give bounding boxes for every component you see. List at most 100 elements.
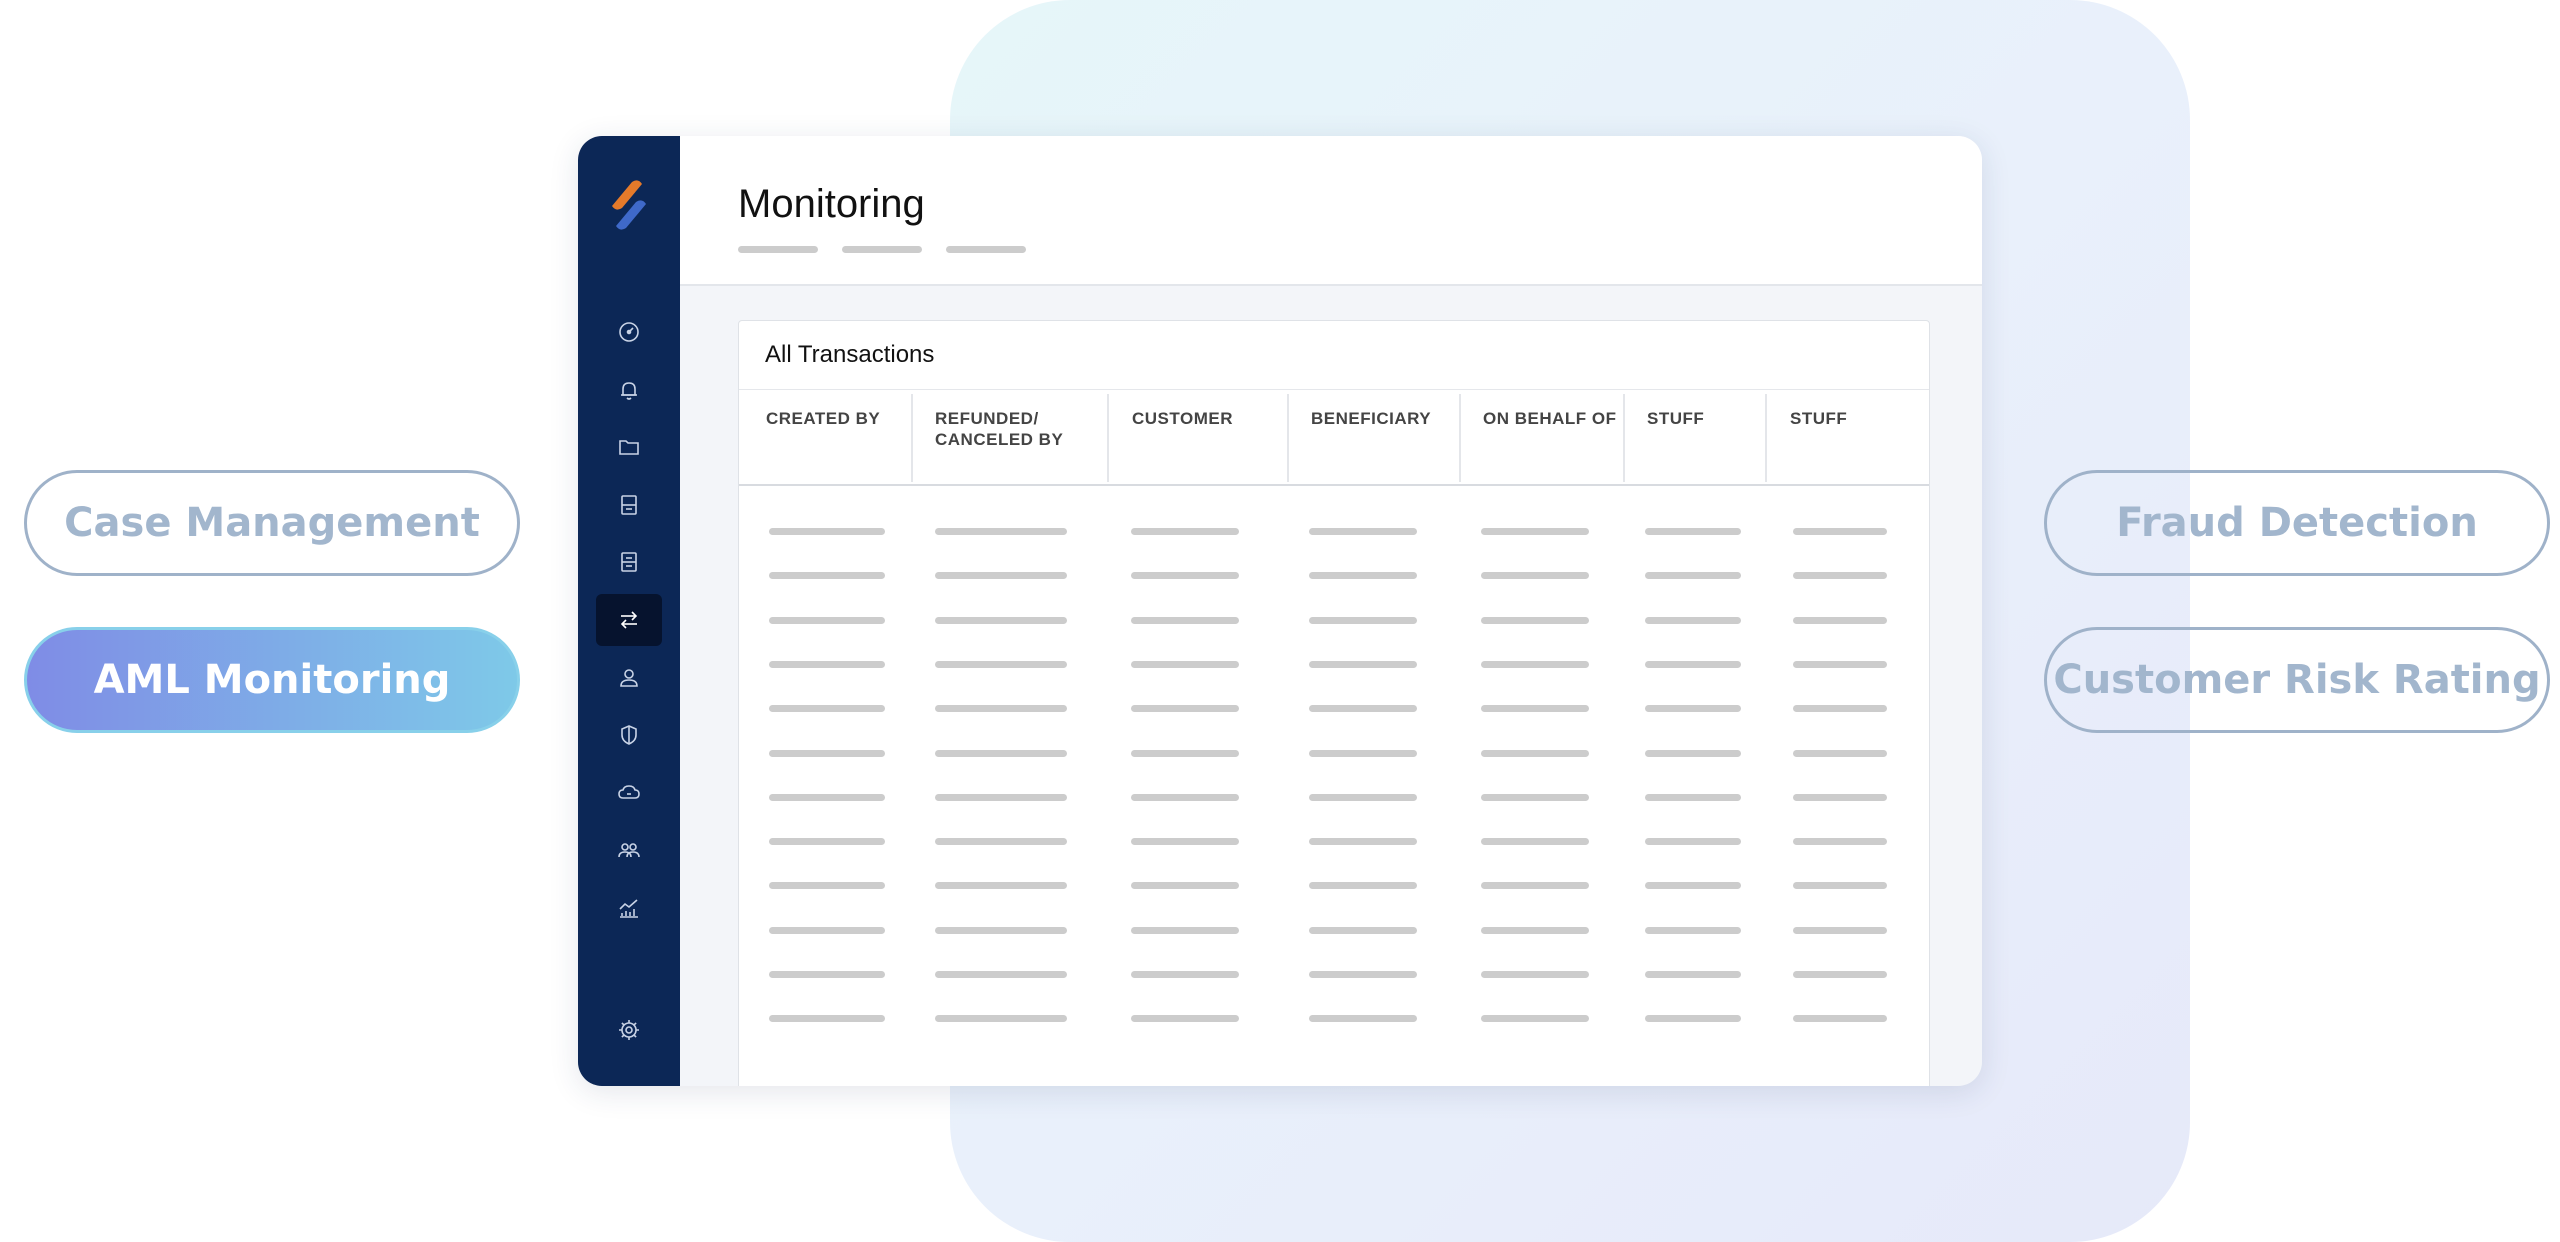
table-cell-placeholder bbox=[1793, 838, 1887, 846]
table-cell-placeholder bbox=[1131, 705, 1239, 713]
table-cell-placeholder bbox=[1481, 705, 1589, 713]
table-cell-placeholder bbox=[1481, 616, 1589, 624]
table-cell-placeholder bbox=[1645, 572, 1741, 580]
table-cell-placeholder bbox=[1309, 793, 1417, 801]
column-header-customer[interactable]: CUSTOMER bbox=[1132, 408, 1292, 429]
column-divider bbox=[1623, 394, 1625, 482]
table-cell-placeholder bbox=[935, 705, 1067, 713]
analytics-icon[interactable] bbox=[596, 882, 662, 934]
table-cell-placeholder bbox=[769, 838, 885, 846]
page-header: Monitoring bbox=[680, 136, 1982, 286]
table-cell-placeholder bbox=[1481, 971, 1589, 978]
column-header-refunded-canceled-by[interactable]: REFUNDED/ CANCELED BY bbox=[935, 408, 1095, 450]
table-cell-placeholder bbox=[769, 882, 885, 890]
column-divider bbox=[1765, 394, 1767, 482]
table-cell-placeholder bbox=[1645, 705, 1741, 713]
table-cell-placeholder bbox=[1131, 660, 1239, 668]
column-header-on-behalf-of[interactable]: ON BEHALF OF bbox=[1483, 408, 1643, 429]
table-cell-placeholder bbox=[769, 616, 885, 624]
aml-monitoring-pill[interactable]: AML Monitoring bbox=[24, 627, 520, 733]
column-header-stuff[interactable]: STUFF bbox=[1647, 408, 1807, 429]
case-management-pill[interactable]: Case Management bbox=[24, 470, 520, 576]
cloud-icon[interactable] bbox=[596, 767, 662, 819]
transactions-card: All Transactions CREATED BY REFUNDED/ CA… bbox=[738, 320, 1930, 1086]
column-divider bbox=[1459, 394, 1461, 482]
table-cell-placeholder bbox=[1645, 660, 1741, 668]
table-cell-placeholder bbox=[1481, 838, 1589, 846]
breadcrumb-placeholder bbox=[946, 246, 1026, 253]
table-cell-placeholder bbox=[1793, 793, 1887, 801]
table-cell-placeholder bbox=[1793, 660, 1887, 668]
table-cell-placeholder bbox=[1645, 616, 1741, 624]
table-cell-placeholder bbox=[1793, 749, 1887, 757]
column-divider bbox=[1107, 394, 1109, 482]
customer-risk-rating-pill[interactable]: Customer Risk Rating bbox=[2044, 627, 2550, 733]
table-cell-placeholder bbox=[769, 749, 885, 757]
table-cell-placeholder bbox=[935, 572, 1067, 580]
column-header-created-by[interactable]: CREATED BY bbox=[766, 408, 926, 429]
table-cell-placeholder bbox=[935, 1015, 1067, 1023]
table-cell-placeholder bbox=[1793, 1015, 1887, 1023]
table-cell-placeholder bbox=[1131, 971, 1239, 978]
table-cell-placeholder bbox=[769, 705, 885, 713]
table-cell-placeholder bbox=[1481, 660, 1589, 668]
table-cell-placeholder bbox=[1309, 971, 1417, 978]
table-cell-placeholder bbox=[769, 926, 885, 934]
folder-icon[interactable] bbox=[596, 421, 662, 473]
bell-icon[interactable] bbox=[596, 364, 662, 416]
table-cell-placeholder bbox=[935, 660, 1067, 668]
table-cell-placeholder bbox=[935, 838, 1067, 846]
app-logo-icon bbox=[612, 180, 646, 230]
table-cell-placeholder bbox=[1481, 1015, 1589, 1023]
column-divider bbox=[911, 394, 913, 482]
table-cell-placeholder bbox=[1645, 528, 1741, 535]
table-cell-placeholder bbox=[769, 793, 885, 801]
table-cell-placeholder bbox=[935, 528, 1067, 535]
table-cell-placeholder bbox=[1645, 749, 1741, 757]
table-cell-placeholder bbox=[1481, 926, 1589, 934]
table-cell-placeholder bbox=[1645, 1015, 1741, 1023]
shield-icon[interactable] bbox=[596, 709, 662, 761]
users-icon[interactable] bbox=[596, 824, 662, 876]
table-cell-placeholder bbox=[1131, 528, 1239, 535]
table-cell-placeholder bbox=[1309, 572, 1417, 580]
table-cell-placeholder bbox=[769, 971, 885, 978]
column-header-stuff[interactable]: STUFF bbox=[1790, 408, 1950, 429]
table-cell-placeholder bbox=[1131, 572, 1239, 580]
table-cell-placeholder bbox=[1793, 705, 1887, 713]
table-cell-placeholder bbox=[1131, 838, 1239, 846]
table-cell-placeholder bbox=[935, 882, 1067, 890]
breadcrumb-placeholder bbox=[842, 246, 922, 253]
user-icon[interactable] bbox=[596, 652, 662, 704]
page-title: Monitoring bbox=[738, 182, 925, 226]
table-cell-placeholder bbox=[769, 572, 885, 580]
table-cell-placeholder bbox=[1131, 1015, 1239, 1023]
table-cell-placeholder bbox=[769, 660, 885, 668]
column-header-beneficiary[interactable]: BENEFICIARY bbox=[1311, 408, 1471, 429]
table-cell-placeholder bbox=[1309, 882, 1417, 890]
dashboard-icon[interactable] bbox=[596, 306, 662, 358]
table-cell-placeholder bbox=[1481, 572, 1589, 580]
table-cell-placeholder bbox=[935, 749, 1067, 757]
table-cell-placeholder bbox=[1309, 838, 1417, 846]
gear-icon[interactable] bbox=[596, 1004, 662, 1056]
table-cell-placeholder bbox=[1793, 971, 1887, 978]
table-cell-placeholder bbox=[1481, 749, 1589, 757]
table-cell-placeholder bbox=[1309, 749, 1417, 757]
table-cell-placeholder bbox=[1309, 926, 1417, 934]
table-cell-placeholder bbox=[1793, 882, 1887, 890]
table-cell-placeholder bbox=[1309, 1015, 1417, 1023]
transfer-icon[interactable] bbox=[596, 594, 662, 646]
table-cell-placeholder bbox=[1481, 528, 1589, 535]
table-header: CREATED BY REFUNDED/ CANCELED BY CUSTOME… bbox=[739, 389, 1929, 486]
table-cell-placeholder bbox=[1645, 793, 1741, 801]
document-icon[interactable] bbox=[596, 479, 662, 531]
app-window: Monitoring All Transactions CREATED BY R… bbox=[578, 136, 1982, 1086]
table-cell-placeholder bbox=[1309, 705, 1417, 713]
fraud-detection-pill[interactable]: Fraud Detection bbox=[2044, 470, 2550, 576]
table-cell-placeholder bbox=[1131, 926, 1239, 934]
document-list-icon[interactable] bbox=[596, 536, 662, 588]
table-cell-placeholder bbox=[1131, 882, 1239, 890]
card-title: All Transactions bbox=[765, 341, 935, 368]
table-cell-placeholder bbox=[935, 616, 1067, 624]
